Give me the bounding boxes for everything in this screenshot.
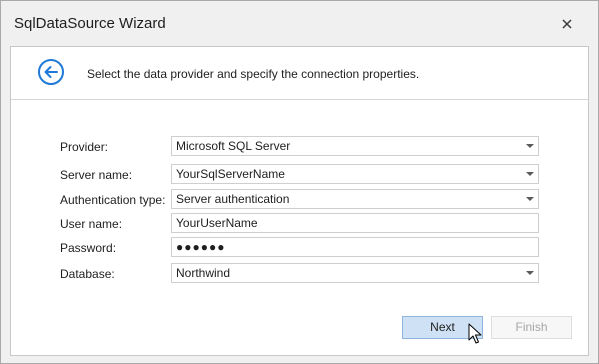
password-input[interactable]: ●●●●●● [171, 237, 539, 257]
wizard-page: Select the data provider and specify the… [10, 46, 589, 356]
close-icon [562, 19, 572, 29]
chevron-down-icon [526, 271, 534, 275]
title-bar: SqlDataSource Wizard [1, 1, 598, 47]
provider-value: Microsoft SQL Server [176, 139, 291, 153]
password-value: ●●●●●● [176, 240, 226, 254]
provider-dropdown[interactable]: Microsoft SQL Server [171, 136, 539, 156]
chevron-down-icon [526, 172, 534, 176]
page-header: Select the data provider and specify the… [11, 47, 588, 100]
server-name-value: YourSqlServerName [176, 167, 285, 181]
user-name-label: User name: [60, 217, 123, 231]
page-instruction: Select the data provider and specify the… [87, 67, 420, 81]
auth-type-value: Server authentication [176, 192, 290, 206]
server-name-label: Server name: [60, 168, 133, 182]
password-label: Password: [60, 241, 117, 255]
server-name-combobox[interactable]: YourSqlServerName [171, 164, 539, 184]
close-button[interactable] [555, 12, 579, 36]
auth-type-label: Authentication type: [60, 193, 166, 207]
user-name-value: YourUserName [176, 216, 258, 230]
window-title: SqlDataSource Wizard [14, 15, 166, 32]
wizard-window: SqlDataSource Wizard Select the data pro… [0, 0, 599, 364]
database-value: Northwind [176, 266, 231, 280]
provider-label: Provider: [60, 140, 109, 154]
user-name-input[interactable]: YourUserName [171, 213, 539, 233]
auth-type-dropdown[interactable]: Server authentication [171, 189, 539, 209]
database-label: Database: [60, 267, 115, 281]
chevron-down-icon [526, 144, 534, 148]
chevron-down-icon [526, 197, 534, 201]
finish-button[interactable]: Finish [491, 316, 572, 339]
mouse-pointer-icon [468, 323, 482, 344]
back-arrow-icon [38, 59, 64, 85]
back-button[interactable] [37, 58, 65, 86]
database-combobox[interactable]: Northwind [171, 263, 539, 283]
